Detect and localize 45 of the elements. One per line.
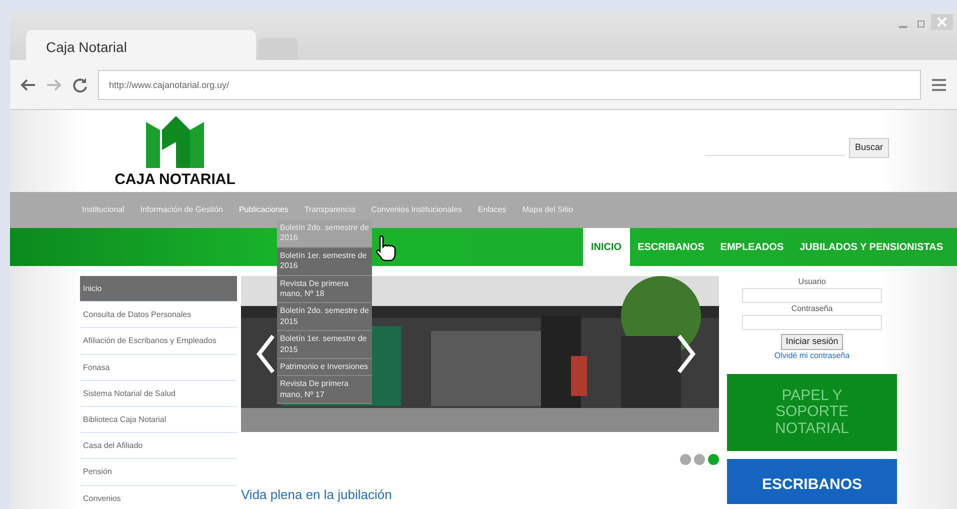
search-button[interactable]: Buscar — [848, 138, 889, 158]
sidebar-item[interactable]: Sistema Notarial de Salud — [80, 380, 237, 407]
sidebar-item[interactable]: Biblioteca Caja Notarial — [80, 406, 237, 434]
promo-banner[interactable]: PAPEL Y SOPORTE NOTARIAL — [727, 374, 897, 451]
minimize-icon[interactable] — [899, 26, 907, 29]
back-icon[interactable] — [20, 78, 36, 92]
promo-banner[interactable]: ESCRIBANOS — [727, 459, 897, 504]
sidebar-item[interactable]: Afiliación de Escribanos y Empleados — [80, 328, 237, 355]
close-icon[interactable] — [931, 14, 953, 30]
top-menu-item[interactable]: Publicaciones — [238, 204, 288, 216]
logo-text: CAJA NOTARIAL — [114, 172, 236, 187]
username-field[interactable] — [742, 288, 882, 303]
logo-icon — [146, 116, 204, 168]
forgot-password-link[interactable]: Olvidé mi contraseña — [774, 350, 850, 362]
sidebar-item[interactable]: Consulta de Datos Personales — [80, 302, 237, 328]
audience-tab[interactable]: ESCRIBANOS — [630, 228, 712, 266]
password-field[interactable] — [742, 315, 882, 330]
slider-dot[interactable] — [680, 454, 691, 465]
sidebar-item[interactable]: Inicio — [80, 276, 237, 302]
dropdown-item[interactable]: Revista De primera mano, Nº 17 — [277, 376, 372, 404]
news-title[interactable]: Vida plena en la jubilación — [241, 485, 719, 504]
login-button[interactable]: Iniciar sesión — [780, 334, 844, 350]
reload-icon[interactable] — [72, 76, 88, 92]
audience-tab[interactable]: EMPLEADOS — [712, 228, 792, 266]
hand-cursor-icon — [374, 234, 398, 262]
sidebar-item[interactable]: Casa del Afiliado — [80, 433, 237, 460]
slider-dot[interactable] — [708, 454, 719, 465]
maximize-icon[interactable] — [917, 20, 925, 28]
sidebar-item[interactable]: Fonasa — [80, 354, 237, 381]
username-label: Usuario — [798, 276, 826, 288]
password-label: Contraseña — [791, 303, 833, 315]
browser-tab[interactable]: Caja Notarial — [26, 30, 256, 60]
dropdown-item[interactable]: Revista De primera mano, Nº 18 — [277, 276, 372, 304]
audience-tab[interactable]: JUBILADOS Y PENSIONISTAS — [792, 228, 951, 266]
audience-tab[interactable]: INICIO — [583, 228, 630, 266]
dropdown-item[interactable]: Patrimonio e Inversiones — [277, 358, 372, 376]
address-bar[interactable]: http://www.cajanotarial.org.uy/ — [98, 70, 921, 100]
dropdown-item[interactable]: Boletín 1er. semestre de 2015 — [277, 331, 372, 359]
sidebar-item[interactable]: Pensión — [80, 459, 237, 486]
menu-icon[interactable] — [931, 78, 947, 92]
slider-dot[interactable] — [694, 454, 705, 465]
sidebar-item[interactable]: Convenios — [80, 486, 237, 509]
dropdown-item[interactable]: Boletín 1er. semestre de 2016 — [277, 248, 372, 276]
forward-icon[interactable] — [46, 78, 62, 92]
dropdown-item[interactable]: Boletín 2do. semestre de 2015 — [277, 303, 372, 332]
